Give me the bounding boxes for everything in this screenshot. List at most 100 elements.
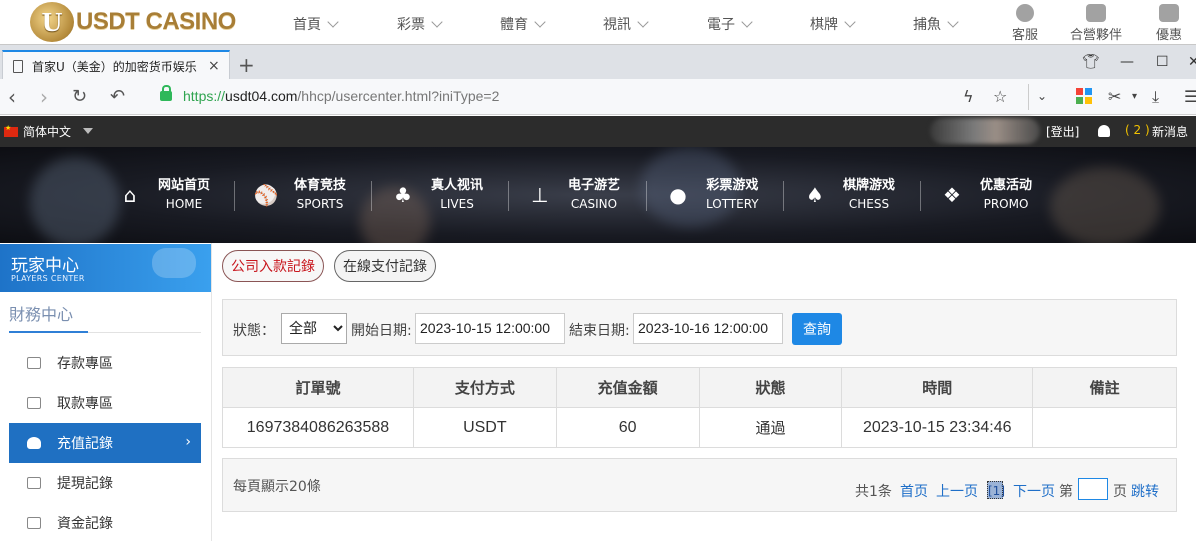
logout-link[interactable]: [登出]	[1046, 123, 1079, 140]
nav-chess[interactable]: ♠ 棋牌游戏 CHESS	[803, 177, 895, 213]
next-page-link[interactable]: 下一页	[1013, 481, 1055, 501]
download-icon[interactable]: ⤓	[1152, 87, 1159, 107]
sidebar-item-label: 充值記錄	[57, 436, 113, 452]
bell-icon[interactable]	[1098, 125, 1110, 137]
forward-icon[interactable]: ›	[40, 85, 48, 109]
message-count[interactable]: ( 2 )	[1125, 123, 1150, 137]
back-icon[interactable]: ‹	[8, 85, 16, 109]
gamepad-icon	[152, 248, 196, 278]
sidebar-item-withdraw[interactable]: 取款專區	[9, 383, 201, 423]
site-logo[interactable]: U USDT CASINO	[30, 2, 236, 42]
customer-service-link[interactable]: 客服	[1012, 4, 1038, 43]
close-window-button[interactable]: ✕	[1188, 54, 1196, 70]
nav-casino[interactable]: ⊥ 电子游艺 CASINO	[528, 177, 620, 213]
jump-link[interactable]: 跳转	[1131, 481, 1159, 501]
menu-home[interactable]: 首頁	[293, 14, 339, 34]
refresh-icon[interactable]: ↻	[72, 86, 87, 107]
browser-tab[interactable]: 首家U（美金）的加密货币娱乐 ×	[2, 50, 230, 80]
bookmark-star-icon[interactable]: ☆	[993, 87, 1007, 106]
chevron-down-icon	[327, 16, 339, 28]
nav-home-cn: 网站首页	[158, 178, 211, 193]
language-select[interactable]: 简体中文	[23, 123, 71, 140]
lightning-icon[interactable]: ϟ	[963, 87, 974, 106]
end-date-input[interactable]: 2023-10-16 12:00:00	[633, 313, 783, 344]
chevron-down-icon	[637, 16, 649, 28]
url-path: /hhcp/usercenter.html?iniType=2	[297, 88, 500, 104]
caret-down-icon[interactable]: ▾	[1132, 91, 1137, 102]
background-glow	[30, 157, 120, 243]
scissors-icon[interactable]: ✂	[1108, 87, 1121, 106]
nav-lives[interactable]: ♣ 真人视讯 LIVES	[391, 177, 483, 213]
nav-divider	[371, 181, 372, 211]
partners-link[interactable]: 合營夥伴	[1070, 4, 1122, 43]
wallet-icon	[27, 477, 41, 489]
prev-page-link[interactable]: 上一页	[936, 481, 978, 501]
per-page-text: 每頁顯示20條	[233, 479, 321, 495]
nav-chess-cn: 棋牌游戏	[843, 178, 896, 193]
sidebar-item-deposit[interactable]: 存款專區	[9, 343, 201, 383]
query-button[interactable]: 查詢	[792, 313, 842, 345]
status-select[interactable]: 全部	[281, 313, 347, 344]
nav-home-en: HOME	[165, 197, 203, 211]
url-field[interactable]: https://usdt04.com/hhcp/usercenter.html?…	[183, 88, 499, 104]
players-center-subtitle: PLAYERS CENTER	[11, 274, 85, 283]
apps-icon[interactable]	[1076, 88, 1092, 104]
current-page[interactable]: [1]	[987, 481, 1005, 499]
end-date-label: 結束日期:	[569, 323, 630, 339]
sidebar-item-fund-records[interactable]: 資金記錄	[9, 503, 201, 543]
funds-icon	[27, 517, 41, 529]
logo-coin-icon: U	[30, 2, 74, 42]
pagination-bar: 每頁顯示20條 共1条 首页 上一页 [1] 下一页 第 页 跳转	[222, 458, 1177, 512]
finance-center-heading: 財務中心	[9, 305, 74, 324]
column-header-payment-method: 支付方式	[412, 367, 557, 408]
sidebar-item-recharge-records[interactable]: 充值記錄 ›	[9, 423, 201, 463]
goto-page-input[interactable]	[1078, 478, 1108, 500]
undo-icon[interactable]: ↶	[110, 86, 125, 107]
address-bar: ‹ › ↻ ↶ https://usdt04.com/hhcp/usercent…	[0, 79, 1196, 115]
minimize-button[interactable]: —	[1120, 54, 1134, 70]
skin-icon[interactable]: 👕︎	[1082, 54, 1100, 70]
nav-promo[interactable]: ❖ 优惠活动 PROMO	[940, 177, 1032, 213]
sidebar-item-label: 資金記錄	[57, 516, 113, 532]
sidebar-item-withdraw-records[interactable]: 提現記錄	[9, 463, 201, 503]
table-header-row: 訂單號 支付方式 充值金額 狀態 時間 備註	[222, 367, 1177, 408]
nav-casino-en: CASINO	[570, 197, 618, 211]
player-center-sidebar: 玩家中心 PLAYERS CENTER 財務中心 存款專區 取款專區 充值記錄 …	[0, 243, 212, 541]
start-date-input[interactable]: 2023-10-15 12:00:00	[415, 313, 565, 344]
customer-service-label: 客服	[1012, 28, 1039, 43]
menu-video[interactable]: 視訊	[603, 14, 649, 34]
nav-home[interactable]: ⌂ 网站首页 HOME	[118, 177, 210, 213]
first-page-link[interactable]: 首页	[900, 481, 928, 501]
new-tab-button[interactable]: +	[238, 53, 255, 77]
nav-sports[interactable]: ⚾ 体育竞技 SPORTS	[254, 177, 346, 213]
menu-chess[interactable]: 棋牌	[810, 14, 856, 34]
tab-close-icon[interactable]: ×	[208, 58, 220, 74]
nav-promo-en: PROMO	[983, 197, 1029, 211]
nav-lottery[interactable]: ● 彩票游戏 LOTTERY	[666, 177, 758, 213]
menu-sports[interactable]: 體育	[500, 14, 546, 34]
cell-order-no: 1697384086263588	[222, 407, 414, 448]
section-underline	[9, 331, 201, 333]
url-scheme: https://	[183, 88, 226, 104]
cell-time: 2023-10-15 23:34:46	[841, 407, 1034, 448]
new-messages-link[interactable]: 新消息	[1152, 123, 1188, 140]
tab-company-deposit-records[interactable]: 公司入款記錄	[222, 250, 324, 282]
column-header-time: 時間	[841, 367, 1034, 408]
maximize-button[interactable]: ☐	[1156, 54, 1169, 70]
chevron-down-icon[interactable]: ⌄	[1037, 89, 1047, 103]
sidebar-item-label: 提現記錄	[57, 476, 113, 492]
document-icon	[13, 59, 23, 73]
site-header: U USDT CASINO 首頁 彩票 體育 視訊 電子 棋牌 捕魚 客服 合營…	[0, 0, 1196, 44]
menu-fishing[interactable]: 捕魚	[913, 14, 959, 34]
account-top-strip: 简体中文 [登出] ( 2 ) 新消息	[0, 116, 1196, 147]
nav-sports-cn: 体育竞技	[294, 178, 347, 193]
chevron-down-icon	[741, 16, 753, 28]
menu-electronic[interactable]: 電子	[707, 14, 753, 34]
tab-online-payment-records[interactable]: 在線支付記錄	[334, 250, 436, 282]
offers-link[interactable]: 優惠	[1156, 4, 1182, 43]
caret-down-icon[interactable]	[83, 128, 93, 134]
chevron-down-icon	[947, 16, 959, 28]
menu-lottery[interactable]: 彩票	[397, 14, 443, 34]
menu-icon[interactable]: ☰	[1184, 87, 1196, 106]
partners-icon	[1086, 4, 1106, 22]
